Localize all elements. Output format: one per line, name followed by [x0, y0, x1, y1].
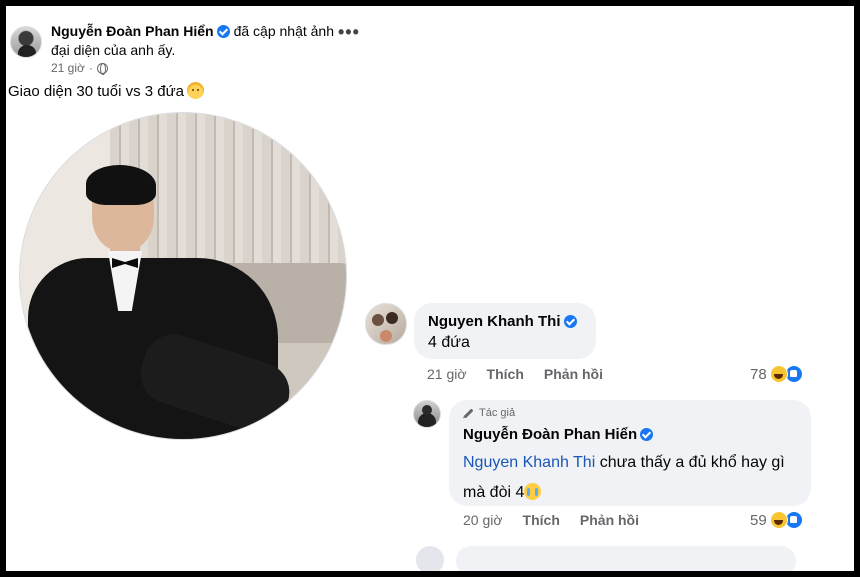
facebook-post: Nguyễn Đoàn Phan Hiển đã cập nhật ảnh đại…	[6, 6, 854, 571]
post-caption: Giao diện 30 tuổi vs 3 đứa	[8, 82, 204, 100]
pen-icon	[463, 408, 474, 418]
comment-avatar[interactable]	[365, 303, 407, 345]
globe-icon[interactable]	[96, 62, 108, 75]
comment-bubble: Nguyen Khanh Thi 4 đứa	[414, 303, 596, 359]
reaction-summary[interactable]: 78	[750, 365, 803, 383]
meta-separator: ·	[88, 61, 93, 75]
reaction-summary[interactable]: 59	[750, 511, 803, 529]
next-comment-avatar	[416, 546, 444, 571]
post-header: Nguyễn Đoàn Phan Hiển đã cập nhật ảnh	[51, 23, 334, 39]
author-avatar[interactable]	[10, 26, 42, 58]
baby-emoji-icon	[187, 82, 204, 99]
reply-button[interactable]: Phản hồi	[580, 512, 639, 528]
profile-photo[interactable]	[19, 112, 347, 440]
reply-author-name[interactable]: Nguyễn Đoàn Phan Hiển	[463, 426, 637, 443]
photo-hair	[86, 165, 156, 205]
author-name[interactable]: Nguyễn Đoàn Phan Hiển	[51, 23, 214, 39]
post-meta: 21 giờ ·	[51, 61, 108, 75]
author-badge: Tác giả	[463, 407, 515, 419]
like-button[interactable]: Thích	[523, 512, 560, 528]
reply-text: Nguyen Khanh Thi chưa thấy a đủ khổ hay …	[463, 448, 799, 508]
reply-author[interactable]: Nguyễn Đoàn Phan Hiển	[463, 426, 654, 443]
author-badge-label: Tác giả	[479, 407, 516, 419]
reply-button[interactable]: Phản hồi	[544, 366, 603, 382]
crying-emoji-icon	[524, 483, 542, 500]
comment-time[interactable]: 21 giờ	[427, 366, 467, 382]
comment-author[interactable]: Nguyen Khanh Thi	[428, 313, 577, 330]
mention-link[interactable]: Nguyen Khanh Thi	[463, 454, 595, 471]
like-button[interactable]: Thích	[487, 366, 524, 382]
reply-bubble: Tác giả Nguyễn Đoàn Phan Hiển Nguyen Kha…	[449, 400, 811, 506]
haha-icon	[769, 511, 788, 529]
haha-icon	[769, 365, 788, 383]
comment-author-name[interactable]: Nguyen Khanh Thi	[428, 313, 561, 330]
reply-avatar[interactable]	[413, 400, 441, 428]
verified-badge-icon	[640, 428, 654, 441]
verified-badge-icon	[216, 25, 230, 38]
ellipsis-icon[interactable]: •••	[338, 22, 360, 43]
reply-time[interactable]: 20 giờ	[463, 512, 503, 528]
reaction-count: 78	[750, 365, 767, 383]
post-action-text: đã cập nhật ảnh	[233, 23, 334, 39]
post-action-text-continued: đại diện của anh ấy.	[51, 42, 176, 58]
comment-actions: 21 giờ Thích Phản hồi	[427, 366, 603, 382]
caption-text: Giao diện 30 tuổi vs 3 đứa	[8, 83, 184, 100]
reply-actions: 20 giờ Thích Phản hồi	[463, 512, 639, 528]
next-comment-bubble	[456, 546, 796, 571]
reaction-count: 59	[750, 511, 767, 529]
post-time[interactable]: 21 giờ	[51, 61, 85, 75]
comment-text: 4 đứa	[428, 334, 470, 351]
verified-badge-icon	[563, 315, 577, 328]
